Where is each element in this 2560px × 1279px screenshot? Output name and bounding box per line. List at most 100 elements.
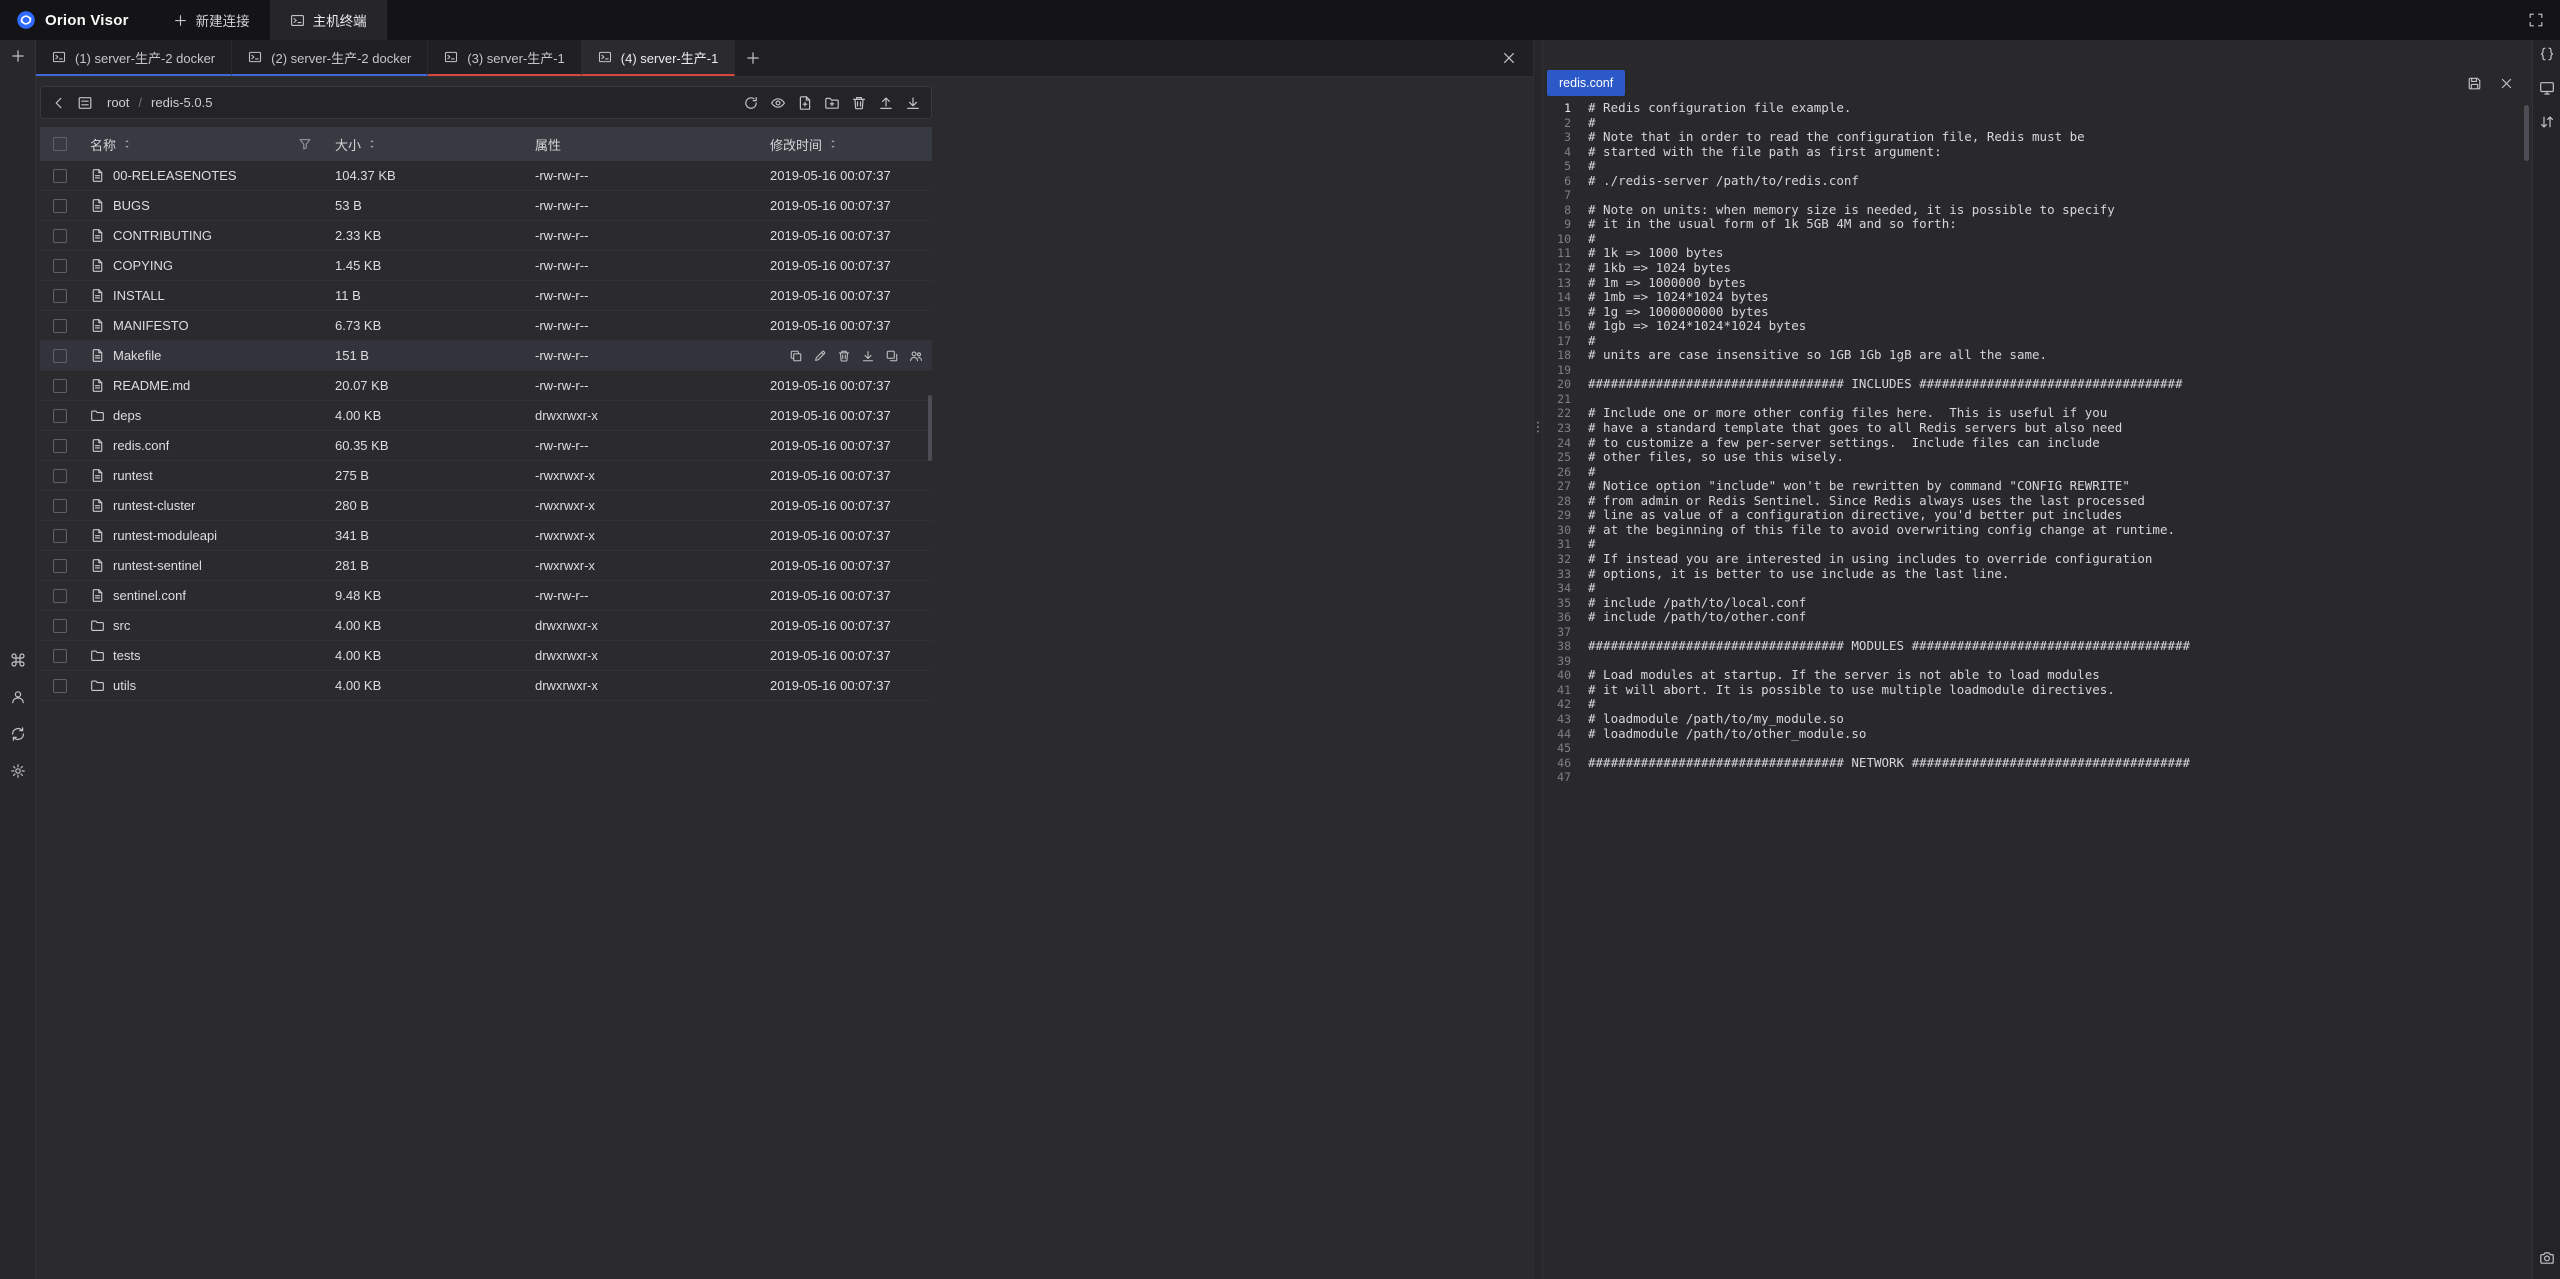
file-row[interactable]: src4.00 KBdrwxrwxr-x2019-05-16 00:07:37: [40, 611, 932, 641]
new-terminal-button[interactable]: [6, 44, 30, 68]
back-button[interactable]: [47, 91, 71, 115]
file-row[interactable]: 00-RELEASENOTES104.37 KB-rw-rw-r--2019-0…: [40, 161, 932, 191]
file-row[interactable]: runtest-sentinel281 B-rwxrwxr-x2019-05-1…: [40, 551, 932, 581]
file-name-cell[interactable]: deps: [80, 408, 325, 423]
row-checkbox[interactable]: [53, 409, 67, 423]
code-line[interactable]: 8# Note on units: when memory size is ne…: [1543, 203, 2532, 218]
code-line[interactable]: 20################################## INC…: [1543, 377, 2532, 392]
code-line[interactable]: 1# Redis configuration file example.: [1543, 101, 2532, 116]
column-header-name[interactable]: 名称: [80, 134, 325, 154]
code-line[interactable]: 26#: [1543, 465, 2532, 480]
row-checkbox[interactable]: [53, 679, 67, 693]
row-copy-button[interactable]: [882, 346, 902, 366]
row-copy-path-button[interactable]: [786, 346, 806, 366]
row-checkbox[interactable]: [53, 499, 67, 513]
file-name-cell[interactable]: utils: [80, 678, 325, 693]
add-tab-button[interactable]: [741, 46, 765, 70]
file-row[interactable]: BUGS53 B-rw-rw-r--2019-05-16 00:07:37: [40, 191, 932, 221]
new-connection-nav[interactable]: 新建连接: [153, 0, 270, 40]
code-line[interactable]: 15# 1g => 1000000000 bytes: [1543, 305, 2532, 320]
file-name-cell[interactable]: INSTALL: [80, 288, 325, 303]
terminal-tab[interactable]: (3) server-生产-1: [428, 40, 582, 76]
breadcrumb-segment[interactable]: redis-5.0.5: [151, 95, 212, 110]
file-name-cell[interactable]: sentinel.conf: [80, 588, 325, 603]
file-name-cell[interactable]: runtest-cluster: [80, 498, 325, 513]
code-line[interactable]: 36# include /path/to/other.conf: [1543, 610, 2532, 625]
code-line[interactable]: 13# 1m => 1000000 bytes: [1543, 276, 2532, 291]
file-row[interactable]: utils4.00 KBdrwxrwxr-x2019-05-16 00:07:3…: [40, 671, 932, 701]
file-name-cell[interactable]: CONTRIBUTING: [80, 228, 325, 243]
code-line[interactable]: 2#: [1543, 116, 2532, 131]
code-line[interactable]: 37: [1543, 625, 2532, 640]
code-line[interactable]: 17#: [1543, 334, 2532, 349]
eye-button[interactable]: [766, 91, 790, 115]
sync-button[interactable]: [6, 722, 30, 746]
code-line[interactable]: 42#: [1543, 697, 2532, 712]
file-row[interactable]: INSTALL11 B-rw-rw-r--2019-05-16 00:07:37: [40, 281, 932, 311]
row-checkbox[interactable]: [53, 289, 67, 303]
file-name-cell[interactable]: runtest: [80, 468, 325, 483]
panel-splitter[interactable]: [1533, 40, 1543, 1279]
file-name-cell[interactable]: 00-RELEASENOTES: [80, 168, 325, 183]
row-checkbox[interactable]: [53, 559, 67, 573]
code-line[interactable]: 41# it will abort. It is possible to use…: [1543, 683, 2532, 698]
file-name-cell[interactable]: README.md: [80, 378, 325, 393]
code-line[interactable]: 19: [1543, 363, 2532, 378]
row-checkbox[interactable]: [53, 199, 67, 213]
code-line[interactable]: 3# Note that in order to read the config…: [1543, 130, 2532, 145]
file-row[interactable]: deps4.00 KBdrwxrwxr-x2019-05-16 00:07:37: [40, 401, 932, 431]
row-checkbox[interactable]: [53, 649, 67, 663]
file-row[interactable]: CONTRIBUTING2.33 KB-rw-rw-r--2019-05-16 …: [40, 221, 932, 251]
host-terminal-nav[interactable]: 主机终端: [270, 0, 387, 40]
file-row[interactable]: runtest275 B-rwxrwxr-x2019-05-16 00:07:3…: [40, 461, 932, 491]
terminal-tab-active[interactable]: (4) server-生产-1: [582, 40, 736, 76]
code-editor[interactable]: 1# Redis configuration file example.2#3#…: [1543, 101, 2532, 783]
code-line[interactable]: 22# Include one or more other config fil…: [1543, 406, 2532, 421]
code-line[interactable]: 44# loadmodule /path/to/other_module.so: [1543, 727, 2532, 742]
transfer-button[interactable]: [2536, 111, 2558, 133]
code-line[interactable]: 21: [1543, 392, 2532, 407]
file-name-cell[interactable]: runtest-moduleapi: [80, 528, 325, 543]
name-filter-button[interactable]: [295, 134, 315, 154]
code-line[interactable]: 12# 1kb => 1024 bytes: [1543, 261, 2532, 276]
code-line[interactable]: 47: [1543, 770, 2532, 783]
row-permission-button[interactable]: [906, 346, 926, 366]
code-line[interactable]: 45: [1543, 741, 2532, 756]
file-row[interactable]: sentinel.conf9.48 KB-rw-rw-r--2019-05-16…: [40, 581, 932, 611]
code-line[interactable]: 18# units are case insensitive so 1GB 1G…: [1543, 348, 2532, 363]
settings-button[interactable]: [6, 759, 30, 783]
code-line[interactable]: 43# loadmodule /path/to/my_module.so: [1543, 712, 2532, 727]
row-download-button[interactable]: [858, 346, 878, 366]
users-button[interactable]: [6, 685, 30, 709]
file-name-cell[interactable]: MANIFESTO: [80, 318, 325, 333]
editor-close-button[interactable]: [2494, 71, 2518, 95]
editor-scrollbar[interactable]: [2524, 105, 2529, 161]
code-line[interactable]: 35# include /path/to/local.conf: [1543, 596, 2532, 611]
upload-button[interactable]: [874, 91, 898, 115]
file-row[interactable]: MANIFESTO6.73 KB-rw-rw-r--2019-05-16 00:…: [40, 311, 932, 341]
code-line[interactable]: 28# from admin or Redis Sentinel. Since …: [1543, 494, 2532, 509]
row-checkbox[interactable]: [53, 529, 67, 543]
terminal-tab[interactable]: (1) server-生产-2 docker: [36, 40, 232, 76]
column-header-mtime[interactable]: 修改时间: [760, 135, 932, 154]
file-name-cell[interactable]: src: [80, 618, 325, 633]
code-line[interactable]: 29# line as value of a configuration dir…: [1543, 508, 2532, 523]
file-name-cell[interactable]: BUGS: [80, 198, 325, 213]
row-checkbox[interactable]: [53, 469, 67, 483]
code-line[interactable]: 38################################## MOD…: [1543, 639, 2532, 654]
code-line[interactable]: 25# other files, so use this wisely.: [1543, 450, 2532, 465]
new-folder-button[interactable]: [820, 91, 844, 115]
file-row[interactable]: redis.conf60.35 KB-rw-rw-r--2019-05-16 0…: [40, 431, 932, 461]
column-header-size[interactable]: 大小: [325, 135, 525, 154]
code-line[interactable]: 30# at the beginning of this file to avo…: [1543, 523, 2532, 538]
file-row[interactable]: Makefile151 B-rw-rw-r--: [40, 341, 932, 371]
code-line[interactable]: 40# Load modules at startup. If the serv…: [1543, 668, 2532, 683]
save-button[interactable]: [2462, 71, 2486, 95]
row-checkbox[interactable]: [53, 319, 67, 333]
file-row[interactable]: COPYING1.45 KB-rw-rw-r--2019-05-16 00:07…: [40, 251, 932, 281]
row-delete-button[interactable]: [834, 346, 854, 366]
row-checkbox[interactable]: [53, 379, 67, 393]
code-line[interactable]: 34#: [1543, 581, 2532, 596]
row-checkbox[interactable]: [53, 259, 67, 273]
new-file-button[interactable]: [793, 91, 817, 115]
